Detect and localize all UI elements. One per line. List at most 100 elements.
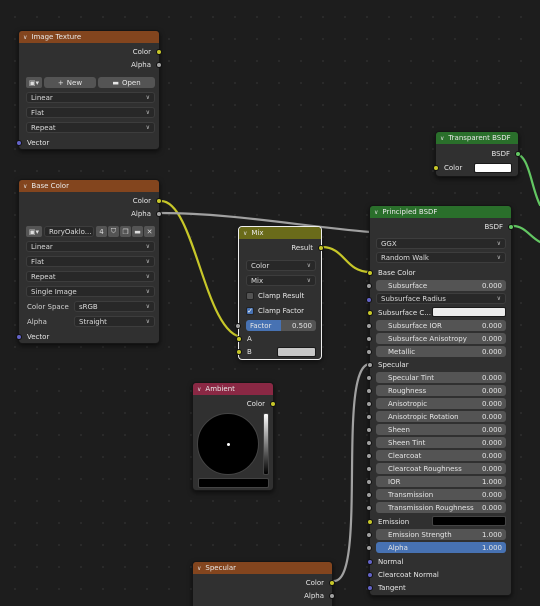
float-socket[interactable] [366, 335, 372, 342]
float-socket[interactable] [366, 439, 372, 446]
open-image-button[interactable]: ▬ Open [98, 77, 155, 88]
subsurface-slider[interactable]: Subsurface 0.000 [366, 280, 506, 291]
color-socket[interactable] [156, 48, 162, 55]
vector-socket[interactable] [367, 571, 373, 578]
float-socket[interactable] [366, 413, 372, 420]
color-socket[interactable] [329, 579, 335, 586]
blend-mode-dropdown[interactable]: Mix ∨ [246, 275, 316, 286]
mix-header[interactable]: ∨ Mix [239, 227, 321, 239]
image-texture-node[interactable]: ∨ Image Texture Color Alpha ▣▾ + New ▬ O… [16, 30, 162, 150]
anisotropic-rotation-slider[interactable]: Anisotropic Rotation 0.000 [366, 411, 506, 422]
color-socket[interactable] [433, 164, 439, 171]
float-socket[interactable] [366, 531, 372, 538]
subsurface-method-dropdown[interactable]: Random Walk ∨ [376, 252, 506, 263]
value-slider[interactable] [263, 413, 269, 475]
factor-slider[interactable]: Factor 0.500 [235, 320, 316, 331]
user-count-badge[interactable]: 4 [96, 226, 107, 237]
clamp-factor-checkbox[interactable]: ✓ Clamp Factor [246, 305, 304, 316]
wheel-cursor[interactable] [227, 443, 230, 446]
vector-socket[interactable] [16, 139, 22, 146]
float-socket[interactable] [366, 426, 372, 433]
float-socket[interactable] [367, 361, 373, 368]
metallic-slider[interactable]: Metallic 0.000 [366, 346, 506, 357]
float-socket[interactable] [366, 400, 372, 407]
sheen-slider[interactable]: Sheen 0.000 [366, 424, 506, 435]
projection-dropdown[interactable]: Flat ∨ [26, 107, 155, 118]
color-socket[interactable] [318, 244, 324, 251]
clamp-result-checkbox[interactable]: Clamp Result [246, 290, 304, 301]
data-type-dropdown[interactable]: Color ∨ [246, 260, 316, 271]
image-texture-header[interactable]: ∨ Image Texture [19, 31, 159, 43]
float-socket[interactable] [156, 210, 162, 217]
collapse-chevron-icon[interactable]: ∨ [197, 565, 201, 572]
transparent-bsdf-node[interactable]: ∨ Transparent BSDF BSDF Color [433, 131, 521, 177]
duplicate-icon[interactable]: ❐ [120, 226, 131, 237]
collapse-chevron-icon[interactable]: ∨ [197, 386, 201, 393]
sheen-tint-slider[interactable]: Sheen Tint 0.000 [366, 437, 506, 448]
source-dropdown[interactable]: Single Image ∨ [26, 286, 155, 297]
emission-strength-slider[interactable]: Emission Strength 1.000 [366, 529, 506, 540]
color-space-dropdown[interactable]: sRGB ∨ [74, 301, 155, 312]
shader-socket[interactable] [508, 223, 514, 230]
float-socket[interactable] [366, 491, 372, 498]
specular-tint-slider[interactable]: Specular Tint 0.000 [366, 372, 506, 383]
float-socket[interactable] [329, 592, 335, 599]
float-socket[interactable] [366, 465, 372, 472]
open-folder-icon[interactable]: ▬ [132, 226, 143, 237]
float-socket[interactable] [366, 387, 372, 394]
vector-socket[interactable] [366, 296, 372, 303]
image-browse-icon[interactable]: ▣▾ [26, 77, 42, 88]
specular-node[interactable]: ∨ Specular Color Alpha [192, 561, 335, 606]
subsurface-anisotropy-slider[interactable]: Subsurface Anisotropy 0.000 [366, 333, 506, 344]
collapse-chevron-icon[interactable]: ∨ [374, 209, 378, 216]
color-socket[interactable] [270, 400, 276, 407]
emission-color-swatch[interactable] [432, 516, 506, 526]
color-socket[interactable] [236, 348, 242, 355]
float-socket[interactable] [235, 322, 241, 329]
mix-node[interactable]: ∨ Mix Result Color ∨ Mix ∨ Clamp Result ✓ … [235, 226, 324, 360]
float-socket[interactable] [366, 504, 372, 511]
float-socket[interactable] [366, 322, 372, 329]
clearcoat-slider[interactable]: Clearcoat 0.000 [366, 450, 506, 461]
distribution-dropdown[interactable]: GGX ∨ [376, 238, 506, 249]
new-image-button[interactable]: + New [44, 77, 96, 88]
color-wheel[interactable] [197, 413, 259, 475]
alpha-mode-dropdown[interactable]: Straight ∨ [74, 316, 155, 327]
subsurface-ior-slider[interactable]: Subsurface IOR 0.000 [366, 320, 506, 331]
float-socket[interactable] [366, 544, 372, 551]
collapse-chevron-icon[interactable]: ∨ [440, 135, 444, 142]
image-browse-icon[interactable]: ▣▾ [26, 226, 42, 237]
color-swatch[interactable] [198, 478, 269, 488]
collapse-chevron-icon[interactable]: ∨ [23, 183, 27, 190]
vector-socket[interactable] [16, 333, 22, 340]
principled-bsdf-header[interactable]: ∨ Principled BSDF [370, 206, 511, 218]
transmission-roughness-slider[interactable]: Transmission Roughness 0.000 [366, 502, 506, 513]
specular-header[interactable]: ∨ Specular [193, 562, 332, 574]
color-socket[interactable] [156, 197, 162, 204]
alpha-slider[interactable]: Alpha 1.000 [366, 542, 506, 553]
unlink-close-icon[interactable]: ✕ [144, 226, 155, 237]
anisotropic-slider[interactable]: Anisotropic 0.000 [366, 398, 506, 409]
collapse-chevron-icon[interactable]: ∨ [243, 230, 247, 237]
base-color-image-node[interactable]: ∨ Base Color Color Alpha ▣▾ RoryOaklo...… [16, 179, 162, 344]
transmission-slider[interactable]: Transmission 0.000 [366, 489, 506, 500]
ior-slider[interactable]: IOR 1.000 [366, 476, 506, 487]
clearcoat-roughness-slider[interactable]: Clearcoat Roughness 0.000 [366, 463, 506, 474]
subsurface-color-swatch[interactable] [432, 307, 506, 317]
color-swatch[interactable] [474, 163, 512, 173]
collapse-chevron-icon[interactable]: ∨ [23, 34, 27, 41]
extension-dropdown[interactable]: Repeat ∨ [26, 271, 155, 282]
interpolation-dropdown[interactable]: Linear ∨ [26, 92, 155, 103]
roughness-slider[interactable]: Roughness 0.000 [366, 385, 506, 396]
image-name-field[interactable]: RoryOaklo... [44, 226, 94, 237]
color-socket[interactable] [367, 269, 373, 276]
color-socket[interactable] [367, 518, 373, 525]
ambient-header[interactable]: ∨ Ambient [193, 383, 273, 395]
color-socket[interactable] [367, 309, 373, 316]
extension-dropdown[interactable]: Repeat ∨ [26, 122, 155, 133]
subsurface-radius-dropdown[interactable]: Subsurface Radius ∨ [366, 293, 506, 304]
color-socket[interactable] [236, 335, 242, 342]
transparent-bsdf-header[interactable]: ∨ Transparent BSDF [436, 132, 518, 144]
base-color-header[interactable]: ∨ Base Color [19, 180, 159, 192]
float-socket[interactable] [366, 374, 372, 381]
